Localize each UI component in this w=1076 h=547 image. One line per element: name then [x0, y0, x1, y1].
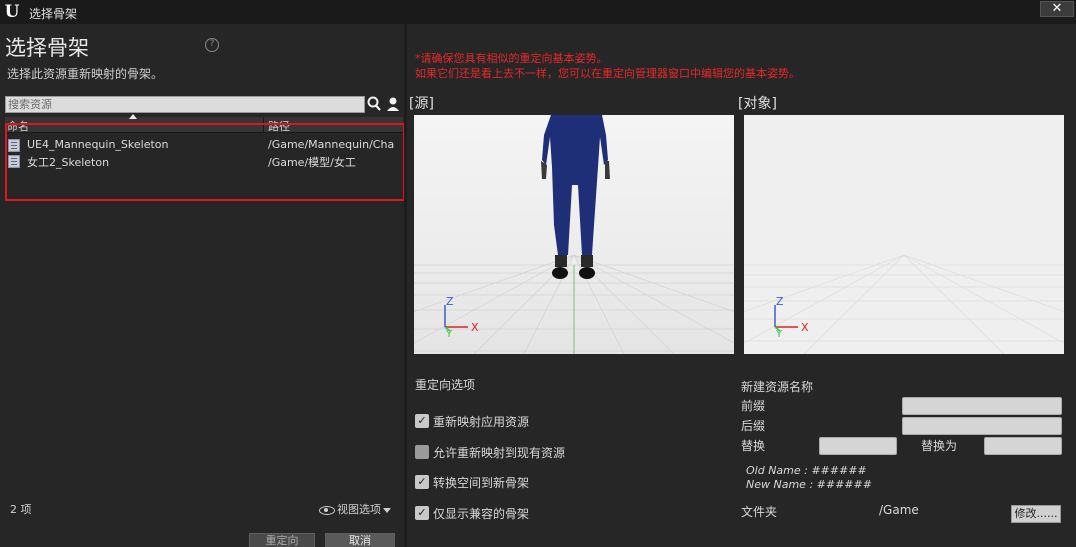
axis-y-label: Y — [445, 329, 453, 340]
retarget-button[interactable]: 重定向 — [249, 533, 315, 547]
axis-y-label: Y — [775, 329, 783, 340]
warning-line-2: 如果它们还是看上去不一样，您可以在重定向管理器窗口中编辑您的基本姿势。 — [415, 67, 800, 80]
checkbox-checked[interactable]: ✓ — [415, 414, 429, 428]
retarget-warning: *请确保您具有相似的重定向基本姿势。 如果它们还是看上去不一样，您可以在重定向管… — [415, 51, 800, 81]
source-viewport[interactable]: Z X Y — [414, 115, 734, 354]
close-button[interactable]: ✕ — [1040, 1, 1074, 17]
view-options-button[interactable]: 视图选项 — [319, 501, 391, 517]
chevron-down-icon — [383, 507, 391, 513]
suffix-input[interactable] — [902, 417, 1062, 435]
dialog-description: 选择此资源重新映射的骨架。 — [7, 67, 164, 81]
dialog-title: 选择骨架 — [5, 36, 89, 60]
title-bar: U 选择骨架 ✕ — [0, 0, 1076, 24]
preview-panel: *请确保您具有相似的重定向基本姿势。 如果它们还是看上去不一样，您可以在重定向管… — [407, 24, 1076, 547]
replace-with-input[interactable] — [984, 437, 1062, 455]
search-icon[interactable] — [367, 95, 381, 113]
eye-icon — [319, 505, 335, 515]
replace-label: 替换 — [741, 439, 766, 453]
cancel-button[interactable]: 取消 — [325, 533, 395, 547]
prefix-input[interactable] — [902, 397, 1062, 415]
target-viewport[interactable]: Z X Y — [744, 115, 1064, 354]
suffix-label: 后缀 — [741, 419, 766, 433]
axis-x-label: X — [801, 321, 809, 334]
red-highlight-annotation — [5, 123, 405, 201]
old-name-example: Old Name : ###### — [746, 464, 867, 477]
replace-input[interactable] — [819, 437, 897, 455]
axis-z-label: Z — [446, 295, 454, 308]
prefix-label: 前缀 — [741, 399, 766, 413]
skeleton-picker-panel: 选择骨架 ? 选择此资源重新映射的骨架。 搜索资源 命名 路径 UE4_Mann… — [0, 24, 405, 547]
folder-path: /Game — [879, 503, 919, 517]
option-label: 转换空间到新骨架 — [433, 476, 530, 490]
window-title: 选择骨架 — [29, 7, 78, 21]
retarget-options-title: 重定向选项 — [415, 378, 476, 392]
target-scene: Z X Y — [744, 115, 1064, 354]
folder-label: 文件夹 — [741, 505, 778, 519]
source-viewport-label: [源] — [409, 96, 434, 112]
checkbox-checked[interactable]: ✓ — [415, 475, 429, 489]
axis-z-label: Z — [776, 295, 784, 308]
new-asset-name-title: 新建资源名称 — [741, 380, 814, 394]
option-label: 允许重新映射到现有资源 — [433, 446, 566, 460]
checkbox-unchecked[interactable]: ✓ — [415, 445, 429, 459]
axis-x-label: X — [471, 321, 479, 334]
warning-line-1: *请确保您具有相似的重定向基本姿势。 — [415, 52, 608, 65]
new-name-example: New Name : ###### — [746, 478, 872, 491]
view-options-label: 视图选项 — [337, 503, 381, 516]
search-input[interactable]: 搜索资源 — [5, 96, 365, 113]
sort-arrow-icon — [129, 114, 137, 119]
source-scene: Z X Y — [414, 115, 734, 354]
replace-with-label: 替换为 — [921, 439, 958, 453]
unreal-logo-icon: U — [4, 2, 20, 22]
user-filter-icon[interactable] — [385, 95, 401, 113]
checkbox-checked[interactable]: ✓ — [415, 506, 429, 520]
target-viewport-label: [对象] — [738, 96, 777, 112]
help-icon[interactable]: ? — [205, 38, 219, 52]
modify-folder-button[interactable]: 修改...... — [1011, 505, 1061, 523]
option-label: 仅显示兼容的骨架 — [433, 507, 530, 521]
item-count: 2 项 — [10, 503, 32, 516]
option-label: 重新映射应用资源 — [433, 415, 530, 429]
